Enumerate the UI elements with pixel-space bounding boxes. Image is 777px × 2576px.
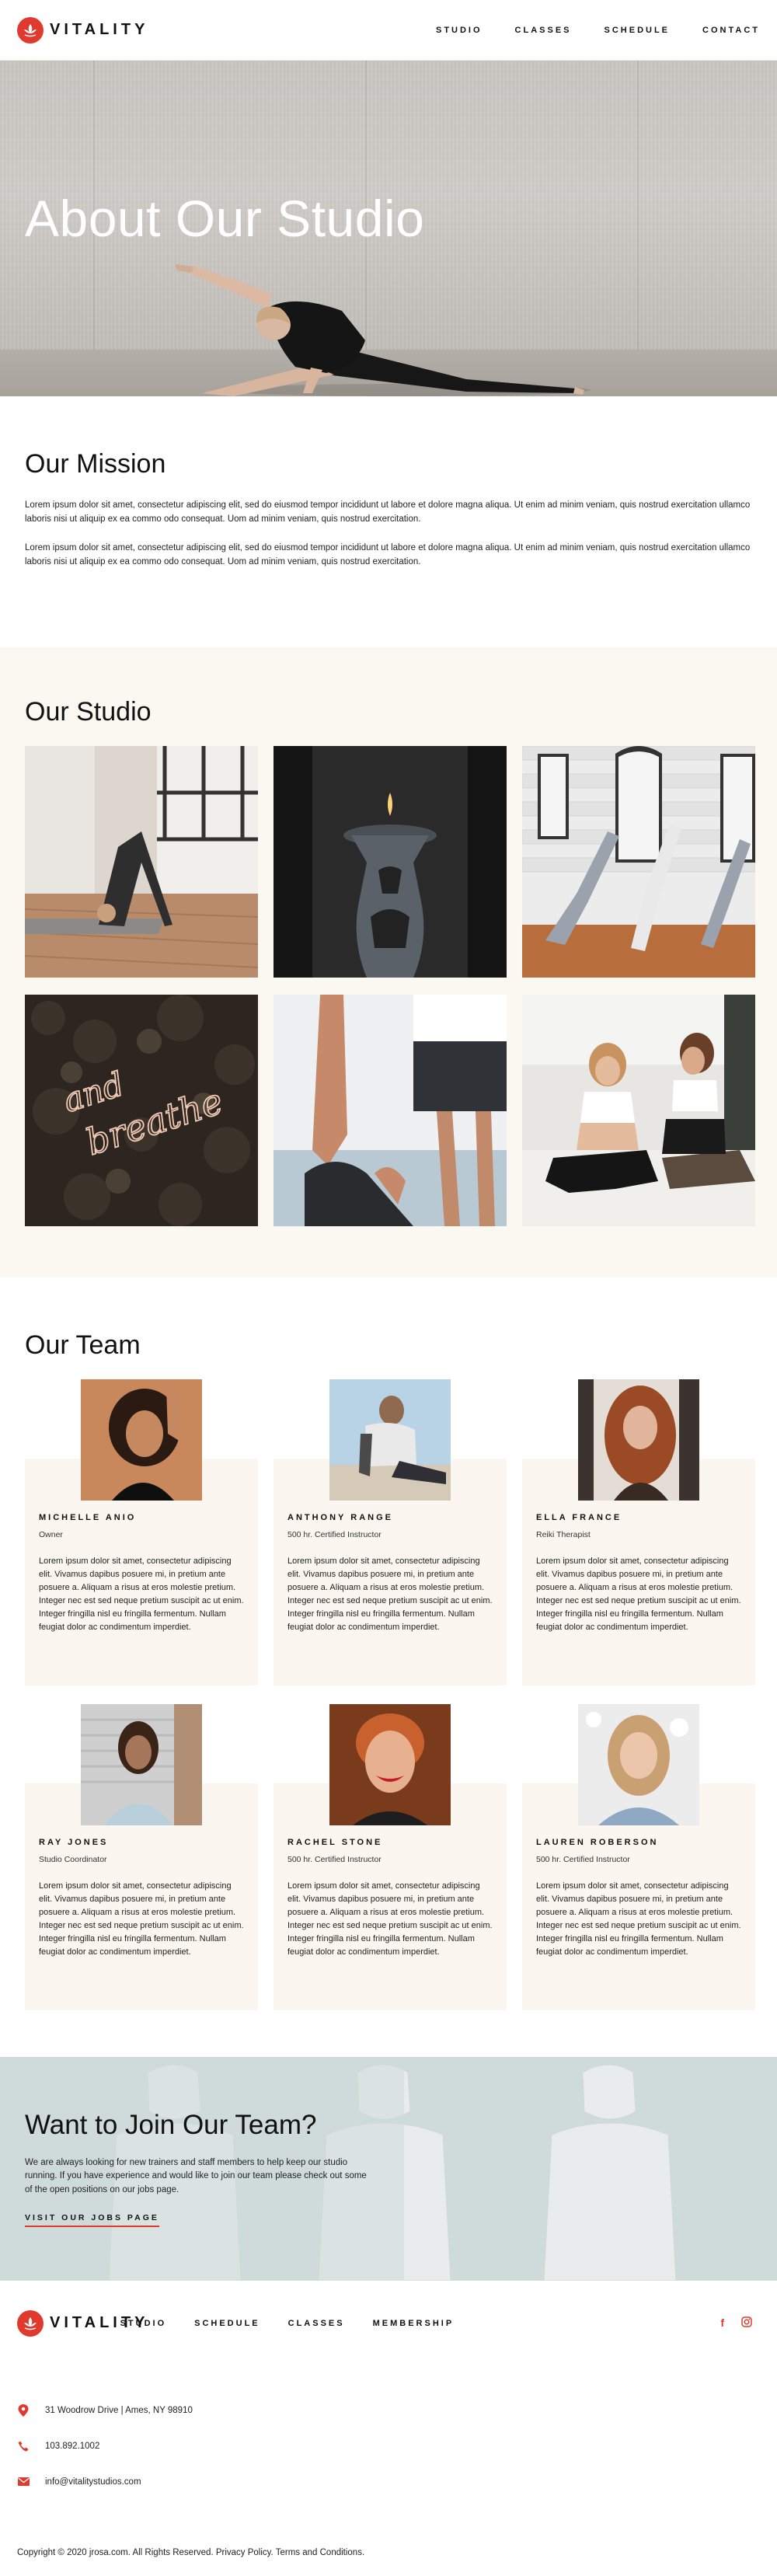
member-name: ELLA FRANCE	[536, 1512, 622, 1522]
instagram-icon[interactable]	[741, 2316, 752, 2330]
team-card: MICHELLE ANIO Owner Lorem ipsum dolor si…	[25, 1379, 258, 1685]
member-bio: Lorem ipsum dolor sit amet, consectetur …	[39, 1881, 244, 1957]
site-header: VITALITY STUDIO CLASSES SCHEDULE CONTACT	[0, 0, 777, 61]
site-footer: VITALITY STUDIO SCHEDULE CLASSES MEMBERS…	[0, 2281, 777, 2576]
lotus-logo-icon	[17, 2309, 44, 2337]
mission-paragraph: Lorem ipsum dolor sit amet, consectetur …	[25, 500, 751, 525]
join-team-banner: Want to Join Our Team? We are always loo…	[0, 2056, 777, 2281]
nav-classes[interactable]: CLASSES	[515, 26, 572, 35]
gallery-photo-candle[interactable]	[274, 745, 507, 978]
mission-paragraph: Lorem ipsum dolor sit amet, consectetur …	[25, 542, 751, 567]
member-name: MICHELLE ANIO	[39, 1512, 137, 1522]
lotus-logo-icon	[17, 16, 44, 44]
nav-schedule[interactable]: SCHEDULE	[605, 26, 671, 35]
team-card: LAUREN ROBERSON 500 hr. Certified Instru…	[522, 1703, 755, 2010]
footer-nav: STUDIO SCHEDULE CLASSES MEMBERSHIP	[120, 2319, 455, 2328]
footer-nav-classes[interactable]: CLASSES	[288, 2319, 345, 2328]
hero-banner: About Our Studio	[0, 61, 777, 396]
social-links: f	[720, 2316, 752, 2330]
map-pin-icon	[17, 2403, 30, 2417]
email[interactable]: info@vitalitystudios.com	[45, 2477, 141, 2487]
facebook-icon[interactable]: f	[720, 2316, 724, 2330]
avatar	[329, 1703, 451, 1825]
footer-nav-schedule[interactable]: SCHEDULE	[194, 2319, 260, 2328]
gallery-photo-handstands[interactable]	[522, 745, 755, 978]
team-title: Our Team	[25, 1330, 141, 1360]
member-bio: Lorem ipsum dolor sit amet, consectetur …	[287, 1556, 493, 1632]
gallery-photo-partner-stretch[interactable]	[274, 994, 507, 1226]
mission-title: Our Mission	[25, 449, 166, 479]
member-role: Studio Coordinator	[39, 1854, 107, 1864]
avatar	[81, 1379, 202, 1501]
page: VITALITY STUDIO CLASSES SCHEDULE CONTACT	[0, 0, 777, 2576]
team-grid: MICHELLE ANIO Owner Lorem ipsum dolor si…	[25, 1379, 755, 2010]
gallery-photo-and-breathe[interactable]: and breathe	[25, 994, 258, 1226]
mission-section: Our Mission Lorem ipsum dolor sit amet, …	[0, 396, 777, 647]
footer-nav-membership[interactable]: MEMBERSHIP	[373, 2319, 455, 2328]
brand-name: VITALITY	[50, 21, 149, 38]
member-bio: Lorem ipsum dolor sit amet, consectetur …	[287, 1881, 493, 1957]
studio-title: Our Studio	[25, 696, 152, 727]
nav-contact[interactable]: CONTACT	[702, 26, 760, 35]
envelope-icon	[17, 2476, 30, 2488]
member-role: 500 hr. Certified Instructor	[287, 1854, 382, 1864]
avatar	[329, 1379, 451, 1501]
member-name: RAY JONES	[39, 1837, 109, 1847]
gallery-photo-downward-dog[interactable]	[25, 745, 258, 978]
footer-nav-studio[interactable]: STUDIO	[120, 2319, 167, 2328]
jobs-page-link[interactable]: VISIT OUR JOBS PAGE	[25, 2213, 159, 2227]
main-nav: STUDIO CLASSES SCHEDULE CONTACT	[436, 26, 760, 35]
address: 31 Woodrow Drive | Ames, NY 98910	[45, 2405, 193, 2415]
member-role: Reiki Therapist	[536, 1529, 591, 1539]
phone[interactable]: 103.892.1002	[45, 2442, 99, 2451]
member-name: LAUREN ROBERSON	[536, 1837, 659, 1847]
gallery-photo-women-stretching[interactable]	[522, 994, 755, 1226]
member-bio: Lorem ipsum dolor sit amet, consectetur …	[536, 1556, 741, 1632]
member-bio: Lorem ipsum dolor sit amet, consectetur …	[536, 1881, 741, 1957]
avatar	[578, 1703, 699, 1825]
studio-section: Our Studio and breathe	[0, 647, 777, 1278]
logo[interactable]: VITALITY	[17, 16, 149, 44]
team-card: ELLA FRANCE Reiki Therapist Lorem ipsum …	[522, 1379, 755, 1685]
join-title: Want to Join Our Team?	[25, 2109, 317, 2140]
member-role: 500 hr. Certified Instructor	[536, 1854, 630, 1864]
phone-icon	[17, 2440, 30, 2452]
member-role: Owner	[39, 1529, 63, 1539]
team-card: RAY JONES Studio Coordinator Lorem ipsum…	[25, 1703, 258, 2010]
join-text: We are always looking for new trainers a…	[25, 2157, 367, 2195]
member-name: ANTHONY RANGE	[287, 1512, 393, 1522]
member-bio: Lorem ipsum dolor sit amet, consectetur …	[39, 1556, 244, 1632]
team-card: RACHEL STONE 500 hr. Certified Instructo…	[274, 1703, 507, 2010]
copyright: Copyright © 2020 jrosa.com. All Rights R…	[17, 2547, 365, 2557]
member-name: RACHEL STONE	[287, 1837, 383, 1847]
team-card: ANTHONY RANGE 500 hr. Certified Instruct…	[274, 1379, 507, 1685]
team-section: Our Team MICHELLE ANIO Owner Lorem ipsum…	[0, 1278, 777, 2057]
member-role: 500 hr. Certified Instructor	[287, 1529, 382, 1539]
avatar	[578, 1379, 699, 1501]
studio-gallery: and breathe	[25, 745, 755, 1226]
contact-info: 31 Woodrow Drive | Ames, NY 98910 103.89…	[17, 2393, 760, 2500]
nav-studio[interactable]: STUDIO	[436, 26, 483, 35]
page-title: About Our Studio	[25, 190, 425, 247]
avatar	[81, 1703, 202, 1825]
